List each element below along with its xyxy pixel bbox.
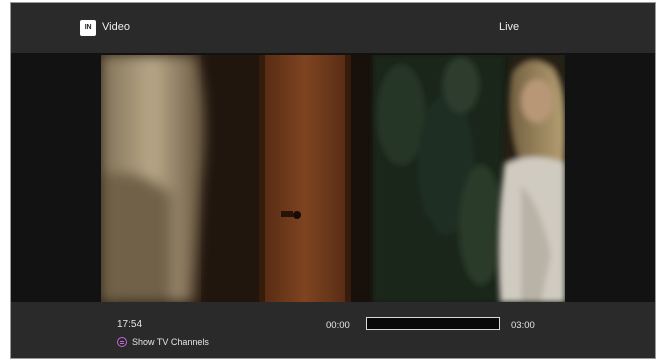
video-frame[interactable] xyxy=(101,55,565,302)
app-logo-icon: IN xyxy=(80,20,96,36)
top-bar: IN Video Live xyxy=(11,3,655,53)
playback-progress-bar[interactable] xyxy=(366,317,500,330)
total-duration: 03:00 xyxy=(511,320,535,331)
app-title: Video xyxy=(102,21,130,33)
video-still-image xyxy=(101,55,565,302)
current-time-clock: 17:54 xyxy=(117,319,143,330)
player-control-bar: 17:54 Show TV Channels 00:00 03:00 xyxy=(11,302,655,358)
show-tv-channels-label: Show TV Channels xyxy=(132,337,209,347)
list-circle-icon xyxy=(117,337,127,347)
elapsed-time: 00:00 xyxy=(326,320,350,331)
tv-player-screen: IN Video Live 17:54 Show TV Channels 00:… xyxy=(11,3,655,358)
live-status-label: Live xyxy=(499,21,520,33)
video-area[interactable] xyxy=(11,53,655,302)
show-tv-channels-button[interactable]: Show TV Channels xyxy=(117,335,209,349)
